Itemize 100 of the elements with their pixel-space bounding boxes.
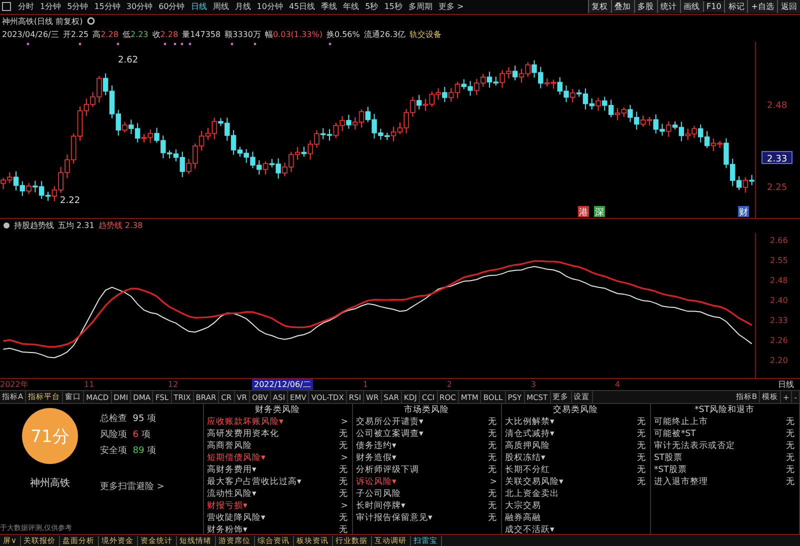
risk-item[interactable]: 营收陡降风险▾ bbox=[207, 512, 266, 524]
checkbox-icon[interactable] bbox=[2, 2, 11, 12]
date-axis-label: 4 bbox=[614, 380, 621, 389]
period-tab[interactable]: 日线 bbox=[188, 1, 210, 12]
risk-item[interactable]: 融券高融 bbox=[505, 512, 541, 524]
risk-item[interactable]: 交易所公开谴责▾ bbox=[356, 416, 424, 428]
low-price-label: 2.22 bbox=[60, 196, 80, 206]
period-tab[interactable]: 30分钟 bbox=[123, 1, 156, 12]
period-tab[interactable]: 45日线 bbox=[286, 1, 318, 12]
risk-item[interactable]: 财报亏损▾ bbox=[207, 500, 248, 512]
risk-item[interactable]: 高质押风险 bbox=[505, 440, 550, 452]
risk-item[interactable]: 股权冻结▾ bbox=[505, 452, 546, 464]
period-tab[interactable]: 10分钟 bbox=[254, 1, 286, 12]
toolbar-button[interactable]: 画线 bbox=[680, 0, 703, 14]
toolbar-button[interactable]: F10 bbox=[702, 1, 724, 12]
quote-field: 轨交设备 bbox=[410, 28, 442, 40]
risk-result: 无 bbox=[488, 512, 497, 524]
risk-item[interactable]: 大比例解禁▾ bbox=[505, 416, 554, 428]
risk-item[interactable]: 大宗交易 bbox=[505, 500, 541, 512]
risk-item[interactable]: 可能终止上市 bbox=[654, 416, 708, 428]
quote-field: 量147358 bbox=[182, 28, 221, 40]
column-title: 交易类风险 bbox=[552, 404, 599, 416]
toolbar-button[interactable]: 多股 bbox=[634, 0, 657, 14]
risk-item[interactable]: 进入退市整理 bbox=[654, 476, 708, 488]
risk-item[interactable]: 分析师评级下调 bbox=[356, 464, 419, 476]
risk-item[interactable]: 最大客户占营收比过高▾ bbox=[207, 476, 302, 488]
risk-item[interactable]: 长时间停牌▾ bbox=[356, 500, 406, 512]
risk-item[interactable]: 财务造假▾ bbox=[356, 452, 396, 464]
period-tab[interactable]: 月线 bbox=[232, 1, 254, 12]
period-tab[interactable]: 60分钟 bbox=[156, 1, 188, 12]
period-tab[interactable]: 分时 bbox=[15, 1, 37, 12]
risk-result: 无 bbox=[488, 416, 497, 428]
period-tab[interactable]: 1分钟 bbox=[37, 1, 64, 12]
toolbar-button[interactable]: 返回 bbox=[777, 0, 800, 14]
period-tab[interactable]: 周线 bbox=[210, 1, 232, 12]
period-tab[interactable]: 更多 > bbox=[435, 1, 467, 12]
risk-item[interactable]: 长期不分红 bbox=[505, 464, 550, 476]
date-axis-label: 12 bbox=[168, 380, 180, 389]
risk-item[interactable]: 审计无法表示或否定 bbox=[654, 440, 735, 452]
period-tab[interactable]: 5秒 bbox=[362, 1, 382, 12]
price-axis-label: 2.25 bbox=[767, 182, 788, 193]
period-tab[interactable]: 5分钟 bbox=[64, 1, 92, 12]
risk-item[interactable]: ST股票 bbox=[654, 452, 683, 464]
risk-item[interactable]: *ST股票 bbox=[654, 464, 687, 476]
quote-field: 高2.28 bbox=[92, 28, 118, 40]
risk-result: > bbox=[340, 453, 348, 464]
risk-item[interactable]: 诉讼风险▾ bbox=[356, 476, 396, 488]
risk-item[interactable]: 高研发费用资本化 bbox=[207, 428, 279, 440]
indicator-value: 趋势线 2.38 bbox=[98, 220, 143, 231]
risk-result: 无 bbox=[339, 440, 348, 452]
toolbar-button[interactable]: 标记 bbox=[724, 0, 748, 14]
risk-result: 无 bbox=[637, 440, 646, 452]
risk-result: 无 bbox=[339, 464, 348, 476]
column-title: 市场类风险 bbox=[403, 404, 450, 416]
period-tab[interactable]: 年线 bbox=[340, 1, 362, 12]
toolbar-button[interactable]: 叠加 bbox=[610, 0, 634, 14]
date-axis-label: 11 bbox=[84, 380, 96, 389]
indicator-axis-label: 2.66 bbox=[770, 236, 788, 244]
risk-item[interactable]: 清仓式减持▾ bbox=[505, 428, 554, 440]
circle-icon[interactable] bbox=[3, 222, 10, 229]
risk-item[interactable]: 成交不活跃▾ bbox=[505, 524, 554, 536]
risk-item[interactable]: 债务违约▾ bbox=[356, 440, 396, 452]
event-marker[interactable]: 财 bbox=[738, 206, 749, 218]
risk-item[interactable]: 可能被*ST bbox=[654, 428, 696, 440]
risk-item[interactable]: 公司被立案调查▾ bbox=[356, 428, 424, 440]
risk-result: 无 bbox=[339, 476, 348, 488]
risk-result: 无 bbox=[488, 428, 497, 440]
toolbar-button[interactable]: 统计 bbox=[656, 0, 680, 14]
risk-result: 无 bbox=[488, 464, 497, 476]
more-link[interactable]: 更多扫雷避险 > bbox=[100, 480, 164, 494]
risk-result: 无 bbox=[637, 476, 646, 488]
event-marker[interactable]: 港 bbox=[578, 206, 589, 218]
risk-result: 无 bbox=[488, 440, 497, 452]
risk-item[interactable]: 短期偿债风险▾ bbox=[207, 452, 266, 464]
period-tab[interactable]: 15分钟 bbox=[91, 1, 124, 12]
period-tab[interactable]: 多周期 bbox=[405, 1, 436, 12]
stat-line: 安全项 89 项 bbox=[100, 444, 158, 458]
toolbar-button[interactable]: +自选 bbox=[747, 0, 777, 14]
risk-item[interactable]: 北上资金卖出 bbox=[505, 488, 559, 500]
risk-item[interactable]: 应收账款坏账风险▾ bbox=[207, 416, 284, 428]
risk-result: > bbox=[340, 501, 348, 512]
risk-result: > bbox=[490, 477, 497, 488]
period-tab[interactable]: 15秒 bbox=[381, 1, 406, 12]
risk-item[interactable]: 高商誉风险 bbox=[207, 440, 252, 452]
risk-result: 无 bbox=[786, 476, 795, 488]
risk-result: 无 bbox=[786, 428, 795, 440]
indicator-axis-label: 2.20 bbox=[770, 356, 788, 364]
toolbar-button[interactable]: 复权 bbox=[588, 0, 611, 14]
column-title: *ST风险和退市 bbox=[694, 404, 756, 416]
risk-item[interactable]: 高财务费用▾ bbox=[207, 464, 256, 476]
risk-item[interactable]: 财务粉饰▾ bbox=[207, 524, 248, 536]
quote-field: 额3330万 bbox=[224, 28, 261, 40]
risk-item[interactable]: 流动性风险▾ bbox=[207, 488, 256, 500]
risk-result: 无 bbox=[637, 428, 646, 440]
score-badge: 71分 bbox=[22, 408, 78, 464]
risk-item[interactable]: 审计报告保留意见▾ bbox=[356, 512, 432, 524]
period-tab[interactable]: 季线 bbox=[318, 1, 340, 12]
risk-result: 无 bbox=[637, 416, 646, 428]
risk-item[interactable]: 关联交易风险▾ bbox=[505, 476, 564, 488]
risk-item[interactable]: 子公司风险 bbox=[356, 488, 401, 500]
